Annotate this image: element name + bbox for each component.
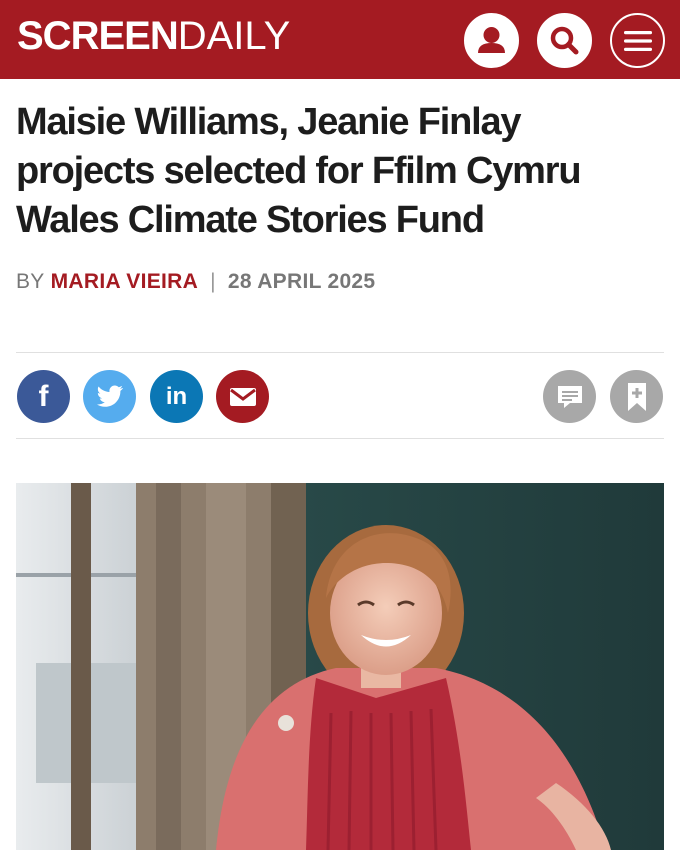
facebook-icon: f	[38, 379, 49, 413]
menu-icon	[623, 30, 652, 51]
account-button[interactable]	[464, 13, 519, 68]
byline: BY MARIA VIEIRA | 28 APRIL 2025	[16, 270, 375, 294]
share-facebook-button[interactable]: f	[17, 370, 70, 423]
site-header: SCREEN DAILY	[0, 0, 680, 79]
search-icon	[540, 16, 589, 65]
article-hero-image	[16, 483, 664, 850]
publish-date: 28 APRIL 2025	[227, 270, 376, 293]
logo-daily: DAILY	[177, 14, 291, 58]
menu-button[interactable]	[610, 13, 665, 68]
divider	[16, 352, 664, 353]
article-headline: Maisie Williams, Jeanie Finlay projects …	[16, 101, 582, 241]
byline-prefix: BY	[16, 270, 45, 293]
share-linkedin-button[interactable]: in	[150, 370, 203, 423]
site-logo[interactable]: SCREEN DAILY	[17, 14, 290, 60]
author-link[interactable]: MARIA VIEIRA	[51, 270, 199, 294]
user-icon	[467, 16, 516, 65]
email-icon	[229, 387, 256, 406]
search-button[interactable]	[537, 13, 592, 68]
comments-button[interactable]	[543, 370, 596, 423]
comment-icon	[557, 385, 582, 408]
share-email-button[interactable]	[216, 370, 269, 423]
divider	[16, 438, 664, 439]
bookmark-button[interactable]	[610, 370, 663, 423]
share-twitter-button[interactable]	[83, 370, 136, 423]
hero-photo	[16, 483, 664, 850]
bookmark-icon	[627, 382, 646, 411]
logo-screen: SCREEN	[17, 14, 179, 58]
linkedin-icon: in	[165, 382, 188, 410]
byline-separator: |	[210, 270, 216, 293]
twitter-icon	[96, 384, 123, 407]
